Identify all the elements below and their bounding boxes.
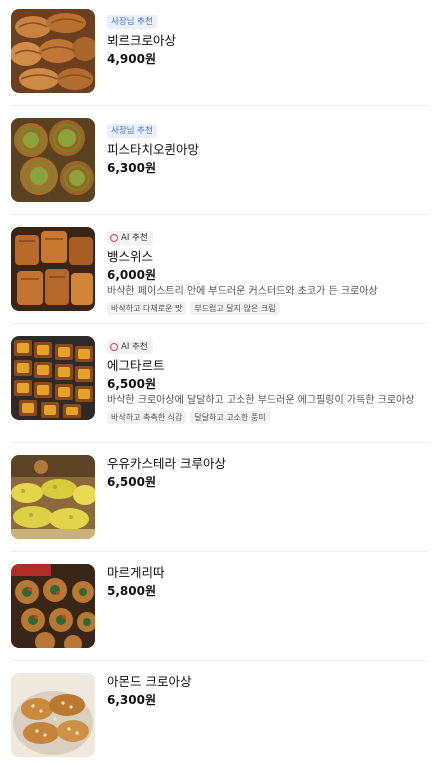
product-item[interactable]: 마르게리따 5,800원: [0, 564, 442, 650]
product-image: [11, 455, 95, 539]
ai-badge-label: AI 추천: [121, 342, 148, 352]
product-name: 뱅스위스: [107, 249, 154, 264]
divider: [11, 551, 428, 552]
product-tag: 부드럽고 달지 않은 크림: [190, 302, 280, 315]
divider: [11, 323, 428, 324]
ai-icon: [110, 343, 118, 351]
ai-recommend-badge: AI 추천: [107, 340, 153, 354]
tag-list: 바삭하고 촉촉한 식감 달달하고 고소한 풍미: [107, 411, 430, 424]
product-image: [11, 673, 95, 757]
product-info: 아몬드 크로아상 6,300원: [107, 673, 430, 709]
product-price: 6,300원: [107, 161, 156, 175]
product-name: 마르게리따: [107, 565, 165, 580]
owner-recommend-badge: 사장님 추천: [107, 15, 157, 29]
product-info: 마르게리따 5,800원: [107, 564, 430, 600]
product-description: 바삭한 크로아상에 달달하고 고소한 부드러운 에그필링이 가득한 크로아상: [107, 395, 415, 406]
product-price: 5,800원: [107, 584, 156, 598]
ai-icon: [110, 234, 118, 242]
product-info: 우유카스테라 크루아상 6,500원: [107, 455, 430, 491]
product-info: AI 추천 뱅스위스 6,000원 바삭한 페이스트리 안에 부드러운 커스터드…: [107, 227, 430, 315]
divider: [11, 105, 428, 106]
product-info: AI 추천 에그타르트 6,500원 바삭한 크로아상에 달달하고 고소한 부드…: [107, 336, 430, 424]
product-name: 아몬드 크로아상: [107, 674, 192, 689]
product-info: 사장님 추천 피스타치오퀸아망 6,300원: [107, 118, 430, 177]
product-tag: 바삭하고 촉촉한 식감: [107, 411, 187, 424]
product-price: 6,300원: [107, 693, 156, 707]
ai-recommend-badge: AI 추천: [107, 231, 153, 245]
product-item[interactable]: 아몬드 크로아상 6,300원: [0, 673, 442, 759]
product-name: 뵈르크로아상: [107, 33, 177, 48]
product-name: 우유카스테라 크루아상: [107, 456, 226, 471]
product-name: 에그타르트: [107, 358, 165, 373]
product-image: [11, 336, 95, 420]
divider: [11, 442, 428, 443]
product-info: 사장님 추천 뵈르크로아상 4,900원: [107, 9, 430, 68]
product-item[interactable]: 우유카스테라 크루아상 6,500원: [0, 455, 442, 541]
tag-list: 바삭하고 다채로운 맛 부드럽고 달지 않은 크림: [107, 302, 430, 315]
product-image: [11, 118, 95, 202]
product-image: [11, 227, 95, 311]
product-price: 6,500원: [107, 475, 156, 489]
divider: [11, 660, 428, 661]
product-item[interactable]: AI 추천 뱅스위스 6,000원 바삭한 페이스트리 안에 부드러운 커스터드…: [0, 227, 442, 315]
owner-recommend-badge: 사장님 추천: [107, 124, 157, 138]
product-tag: 바삭하고 다채로운 맛: [107, 302, 187, 315]
product-price: 4,900원: [107, 52, 156, 66]
ai-badge-label: AI 추천: [121, 233, 148, 243]
product-price: 6,000원: [107, 268, 156, 282]
product-image: [11, 564, 95, 648]
product-item[interactable]: 사장님 추천 뵈르크로아상 4,900원: [0, 9, 442, 95]
product-name: 피스타치오퀸아망: [107, 142, 200, 157]
product-tag: 달달하고 고소한 풍미: [190, 411, 270, 424]
product-item[interactable]: AI 추천 에그타르트 6,500원 바삭한 크로아상에 달달하고 고소한 부드…: [0, 336, 442, 436]
product-image: [11, 9, 95, 93]
product-description: 바삭한 페이스트리 안에 부드러운 커스터드와 초코가 든 크로아상: [107, 286, 378, 297]
product-price: 6,500원: [107, 377, 156, 391]
product-item[interactable]: 사장님 추천 피스타치오퀸아망 6,300원: [0, 118, 442, 204]
divider: [11, 214, 428, 215]
